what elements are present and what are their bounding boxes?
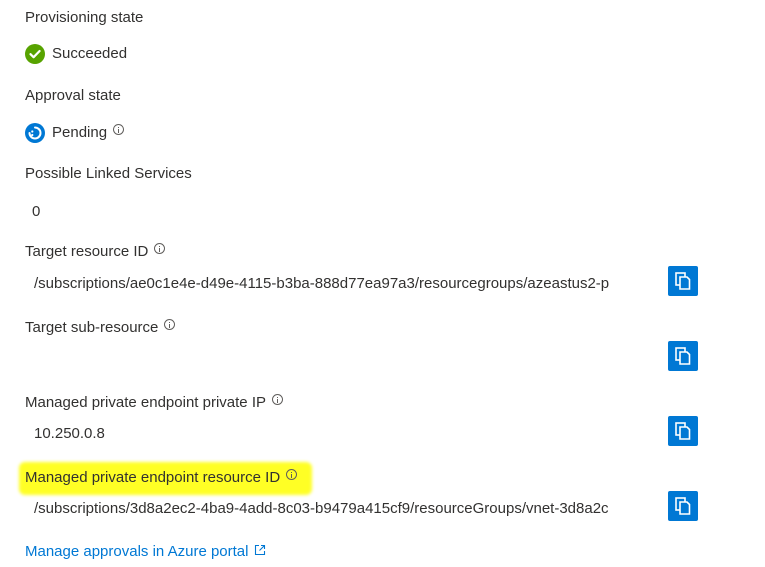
copy-target-resource-id-button[interactable] — [668, 266, 698, 296]
approval-state-label: Approval state — [25, 86, 121, 106]
copy-icon — [675, 272, 691, 290]
linked-services-label-text: Possible Linked Services — [25, 165, 192, 182]
target-resource-id-label: Target resource ID — [25, 242, 166, 262]
manage-approvals-link-text: Manage approvals in Azure portal — [25, 543, 249, 560]
approval-status-value: Pending — [52, 124, 108, 141]
linked-services-label: Possible Linked Services — [25, 164, 192, 184]
target-sub-resource-label-text: Target sub-resource — [25, 319, 159, 336]
pending-icon — [25, 123, 45, 143]
endpoint-resource-id-value: /subscriptions/3d8a2ec2-4ba9-4add-8c03-b… — [34, 500, 609, 517]
info-icon[interactable] — [154, 242, 166, 254]
private-ip-value: 10.250.0.8 — [34, 425, 105, 442]
copy-icon — [675, 422, 691, 440]
provisioning-state-label: Provisioning state — [25, 8, 143, 28]
target-resource-id-value: /subscriptions/ae0c1e4e-d49e-4115-b3ba-8… — [34, 275, 610, 292]
private-ip-label-text: Managed private endpoint private IP — [25, 394, 266, 411]
private-ip-label: Managed private endpoint private IP — [25, 393, 283, 413]
copy-icon — [675, 347, 691, 365]
copy-icon — [675, 497, 691, 515]
target-resource-id-label-text: Target resource ID — [25, 243, 149, 260]
endpoint-resource-id-label: Managed private endpoint resource ID — [25, 468, 298, 488]
target-sub-resource-label: Target sub-resource — [25, 318, 176, 338]
info-icon[interactable] — [286, 468, 298, 480]
external-link-icon — [255, 544, 266, 556]
info-icon[interactable] — [164, 318, 176, 330]
approval-state-label-text: Approval state — [25, 87, 121, 104]
provisioning-status: Succeeded — [25, 44, 127, 64]
linked-services-value: 0 — [32, 203, 41, 220]
success-check-icon — [25, 44, 45, 64]
provisioning-state-label-text: Provisioning state — [25, 9, 144, 26]
info-icon[interactable] — [113, 123, 125, 135]
copy-private-ip-button[interactable] — [668, 416, 698, 446]
endpoint-resource-id-label-text: Managed private endpoint resource ID — [25, 469, 281, 486]
approval-status: Pending — [25, 123, 125, 143]
provisioning-status-value: Succeeded — [52, 45, 128, 62]
manage-approvals-link[interactable]: Manage approvals in Azure portal — [25, 542, 266, 562]
info-icon[interactable] — [272, 393, 283, 405]
copy-target-sub-resource-button[interactable] — [668, 341, 698, 371]
copy-endpoint-resource-id-button[interactable] — [668, 491, 698, 521]
